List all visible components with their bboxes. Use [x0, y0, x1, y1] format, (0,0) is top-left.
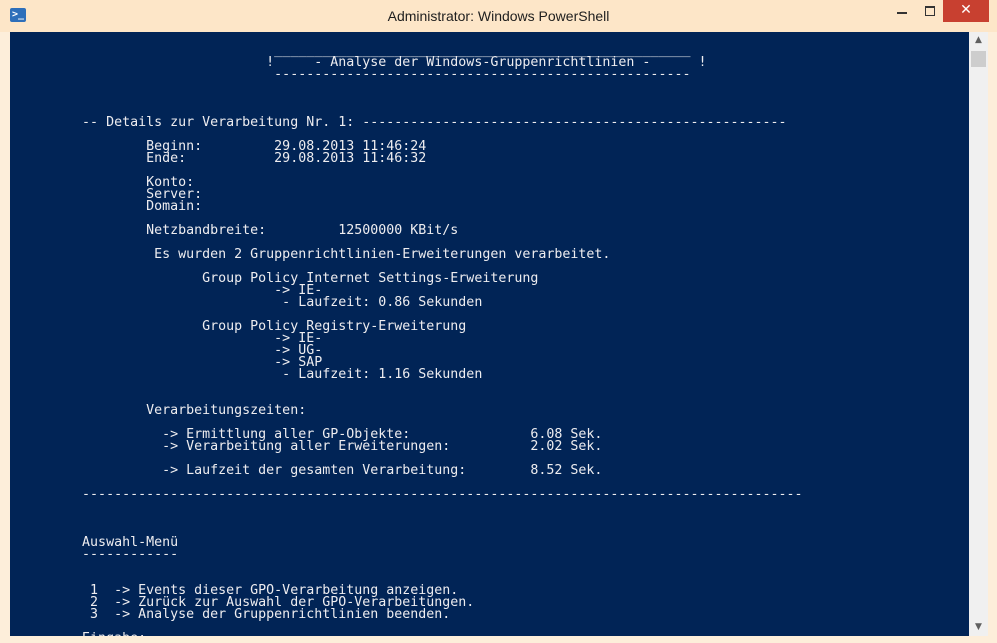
console-line: Es wurden 2 Gruppenrichtlinien-Erweiteru…: [10, 247, 611, 262]
console-line: ----------------------------------------…: [10, 487, 803, 502]
window-border: [0, 636, 997, 643]
maximize-icon: [925, 6, 935, 16]
close-icon: ✕: [960, 2, 972, 18]
console-line: Domain:: [10, 199, 203, 214]
console-line: 3 -> Analyse der Gruppenrichtlinien been…: [10, 607, 451, 622]
console-line: Verarbeitungszeiten:: [10, 403, 307, 418]
minimize-icon: [897, 12, 907, 14]
maximize-button[interactable]: [916, 0, 944, 22]
console-line: -> Laufzeit der gesamten Verarbeitung: 8…: [10, 463, 603, 478]
console-line: Ende: 29.08.2013 11:46:32: [10, 151, 427, 166]
console-line: - Laufzeit: 1.16 Sekunden: [10, 367, 483, 382]
window-title: Administrator: Windows PowerShell: [387, 8, 610, 24]
scroll-up-icon[interactable]: ▲: [969, 32, 988, 49]
console-line: - Laufzeit: 0.86 Sekunden: [10, 295, 483, 310]
console-line: -- Details zur Verarbeitung Nr. 1: -----…: [10, 115, 787, 130]
title-bar[interactable]: >_ Administrator: Windows PowerShell ✕: [0, 0, 997, 32]
scrollbar-thumb[interactable]: [971, 51, 986, 67]
close-button[interactable]: ✕: [943, 0, 989, 22]
minimize-button[interactable]: [888, 0, 916, 22]
console-line: ----------------------------------------…: [10, 67, 691, 82]
vertical-scrollbar[interactable]: ▲ ▼: [969, 32, 988, 636]
console-line: Netzbandbreite: 12500000 KBit/s: [10, 223, 459, 238]
powershell-window: >_ Administrator: Windows PowerShell ✕ _…: [0, 0, 997, 643]
console-output[interactable]: ________________________________________…: [10, 32, 969, 636]
scroll-down-icon[interactable]: ▼: [969, 619, 988, 636]
console-line: -> Verarbeitung aller Erweiterungen: 2.0…: [10, 439, 603, 454]
console-line: ------------: [10, 547, 179, 562]
